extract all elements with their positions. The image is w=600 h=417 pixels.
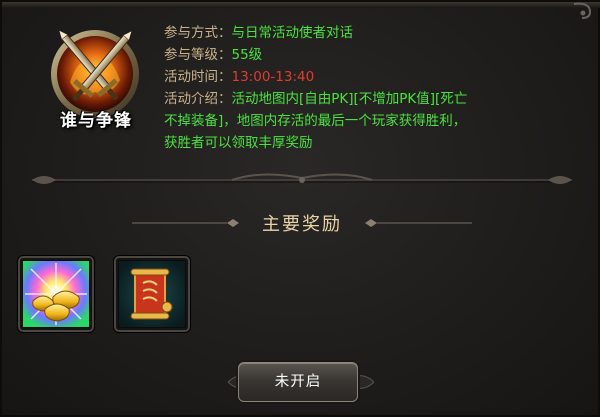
time-value: 13:00-13:40 <box>231 69 315 85</box>
reward-slot-scroll[interactable] <box>114 256 190 332</box>
event-intro-row: 活动介绍：活动地图内[自由PK][不增加PK值][死亡 <box>164 88 584 110</box>
panel-top-border <box>2 2 600 8</box>
participation-level-row: 参与等级：55级 <box>164 44 584 66</box>
gold-ingot-chest-icon <box>23 261 89 327</box>
intro-label: 活动介绍： <box>164 91 232 107</box>
intro-line-2: 不掉装备]，地图内存活的最后一个玩家获得胜利， <box>164 113 467 129</box>
level-label: 参与等级： <box>164 47 232 63</box>
time-label: 活动时间： <box>164 69 232 85</box>
event-panel: 谁与争锋 参与方式：与日常活动使者对话 参与等级：55级 活动时间：13:00-… <box>0 0 600 417</box>
red-scroll-icon <box>119 261 185 327</box>
event-intro-continuation: 不掉装备]，地图内存活的最后一个玩家获得胜利， 获胜者可以领取丰厚奖励 <box>164 110 574 154</box>
event-time-row: 活动时间：13:00-13:40 <box>164 66 584 88</box>
intro-line-1: 活动地图内[自由PK][不增加PK值][死亡 <box>231 91 468 107</box>
method-label: 参与方式： <box>164 25 232 41</box>
not-open-button[interactable]: 未开启 <box>238 362 358 402</box>
corner-ornament-icon <box>573 2 592 19</box>
reward-slot-gold[interactable] <box>18 256 94 332</box>
event-info: 参与方式：与日常活动使者对话 参与等级：55级 活动时间：13:00-13:40… <box>164 22 584 110</box>
participation-method-row: 参与方式：与日常活动使者对话 <box>164 22 584 44</box>
intro-line-3: 获胜者可以领取丰厚奖励 <box>164 135 313 151</box>
method-value: 与日常活动使者对话 <box>231 25 354 41</box>
level-value: 55级 <box>231 47 263 63</box>
rewards-heading: 主要奖励 <box>262 214 342 235</box>
ornament-divider <box>32 173 572 184</box>
event-title: 谁与争锋 <box>60 111 132 131</box>
